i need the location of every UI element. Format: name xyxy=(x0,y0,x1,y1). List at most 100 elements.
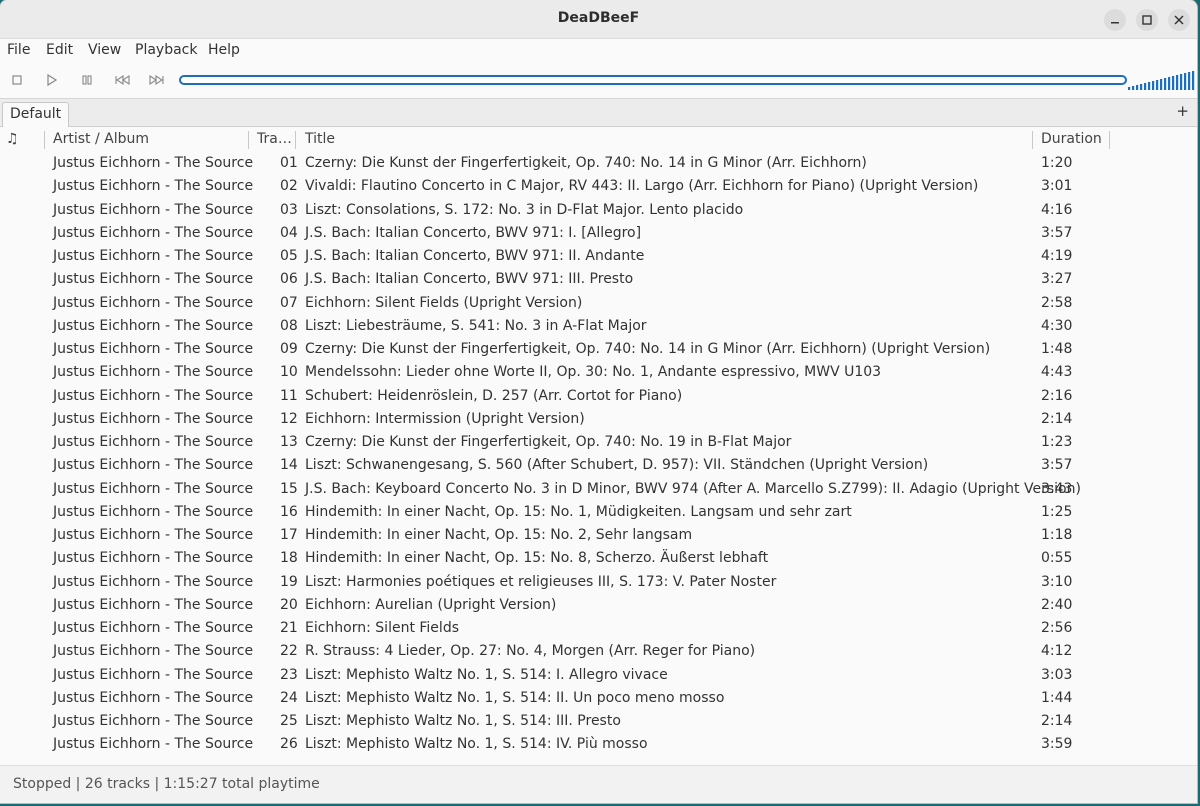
track-duration: 4:43 xyxy=(1041,364,1073,381)
track-row[interactable]: Justus Eichhorn - The Source 07 Eichhorn: … xyxy=(0,292,1197,315)
track-number: 08 xyxy=(280,317,298,334)
track-row[interactable]: Justus Eichhorn - The Source 15 J.S. Bach:… xyxy=(0,478,1197,501)
track-duration: 3:10 xyxy=(1041,573,1073,590)
track-number: 25 xyxy=(280,713,298,729)
stop-button[interactable] xyxy=(7,71,27,89)
volume-step xyxy=(1156,80,1159,90)
track-number: 06 xyxy=(280,271,298,288)
menu-view[interactable]: View xyxy=(88,42,121,58)
volume-step xyxy=(1192,71,1195,90)
track-title: Czerny: Die Kunst der Fingerfertigkeit, … xyxy=(305,341,991,357)
track-row[interactable]: Justus Eichhorn - The Source 01 Czerny: Di… xyxy=(0,152,1197,175)
header-artist-album[interactable]: Artist / Album xyxy=(53,131,249,149)
next-button[interactable] xyxy=(147,71,167,89)
track-duration: 2:40 xyxy=(1041,596,1073,613)
track-title: Mendelssohn: Lieder ohne Worte II, Op. 3… xyxy=(305,364,882,381)
window-title: DeaDBeeF xyxy=(557,10,640,26)
track-title: J.S. Bach: Keyboard Concerto No. 3 in D … xyxy=(305,480,1081,497)
track-row[interactable]: Justus Eichhorn - The Source 19 Liszt: Har… xyxy=(0,571,1197,594)
menu-edit[interactable]: Edit xyxy=(46,42,73,58)
track-duration: 1:18 xyxy=(1041,527,1073,543)
track-row[interactable]: Justus Eichhorn - The Source 09 Czerny: Di… xyxy=(0,338,1197,361)
track-row[interactable]: Justus Eichhorn - The Source 24 Liszt: Mep… xyxy=(0,687,1197,710)
track-duration: 3:43 xyxy=(1041,480,1073,497)
track-row[interactable]: Justus Eichhorn - The Source 06 J.S. Bach:… xyxy=(0,268,1197,291)
track-title: Hindemith: In einer Nacht, Op. 15: No. 8… xyxy=(305,550,769,567)
track-row[interactable]: Justus Eichhorn - The Source 25 Liszt: Mep… xyxy=(0,710,1197,733)
track-duration: 3:01 xyxy=(1041,178,1073,195)
track-title: J.S. Bach: Italian Concerto, BWV 971: I.… xyxy=(305,224,642,241)
track-number: 20 xyxy=(280,596,298,613)
track-row[interactable]: Justus Eichhorn - The Source 18 Hindemith:… xyxy=(0,547,1197,570)
header-playing[interactable]: ♫ xyxy=(6,131,45,149)
volume-step xyxy=(1128,87,1131,90)
track-row[interactable]: Justus Eichhorn - The Source 04 J.S. Bach:… xyxy=(0,222,1197,245)
track-number: 11 xyxy=(280,387,298,404)
track-title: Czerny: Die Kunst der Fingerfertigkeit, … xyxy=(305,155,867,171)
track-number: 17 xyxy=(280,527,298,543)
title-bar[interactable]: DeaDBeeF xyxy=(0,0,1197,39)
track-title: Eichhorn: Silent Fields (Upright Version… xyxy=(305,294,583,311)
track-duration: 1:48 xyxy=(1041,341,1073,357)
track-row[interactable]: Justus Eichhorn - The Source 21 Eichhorn: … xyxy=(0,617,1197,640)
seekbar[interactable] xyxy=(179,75,1127,85)
header-duration[interactable]: Duration xyxy=(1041,131,1110,149)
track-title: Schubert: Heidenröslein, D. 257 (Arr. Co… xyxy=(305,387,683,404)
status-text: Stopped | 26 tracks | 1:15:27 total play… xyxy=(13,776,320,792)
track-artist: Justus Eichhorn - The Source xyxy=(53,573,254,590)
track-row[interactable]: Justus Eichhorn - The Source 08 Liszt: Lie… xyxy=(0,315,1197,338)
menu-playback[interactable]: Playback xyxy=(135,42,197,58)
close-icon xyxy=(1174,15,1184,25)
track-artist: Justus Eichhorn - The Source xyxy=(53,294,254,311)
track-row[interactable]: Justus Eichhorn - The Source 16 Hindemith:… xyxy=(0,501,1197,524)
track-duration: 3:59 xyxy=(1041,736,1073,753)
track-title: Eichhorn: Silent Fields xyxy=(305,620,459,636)
track-number: 10 xyxy=(280,364,298,381)
volume-step xyxy=(1164,78,1167,90)
track-number: 05 xyxy=(280,248,298,264)
track-number: 13 xyxy=(280,434,298,450)
track-title: Liszt: Liebesträume, S. 541: No. 3 in A-… xyxy=(305,317,647,334)
volume-bar[interactable] xyxy=(1128,70,1196,90)
volume-step xyxy=(1188,72,1191,90)
track-row[interactable]: Justus Eichhorn - The Source 17 Hindemith:… xyxy=(0,524,1197,547)
track-number: 09 xyxy=(280,341,298,357)
maximize-button[interactable] xyxy=(1136,9,1158,31)
close-button[interactable] xyxy=(1168,9,1190,31)
track-number: 18 xyxy=(280,550,298,567)
track-title: Liszt: Mephisto Waltz No. 1, S. 514: III… xyxy=(305,713,621,729)
track-number: 16 xyxy=(280,503,298,520)
previous-button[interactable] xyxy=(112,71,132,89)
track-title: J.S. Bach: Italian Concerto, BWV 971: II… xyxy=(305,248,645,264)
menu-help[interactable]: Help xyxy=(208,42,240,58)
tab-default[interactable]: Default xyxy=(2,102,70,127)
track-number: 03 xyxy=(280,201,298,218)
track-row[interactable]: Justus Eichhorn - The Source 02 Vivaldi: F… xyxy=(0,175,1197,198)
track-row[interactable]: Justus Eichhorn - The Source 12 Eichhorn: … xyxy=(0,408,1197,431)
stop-icon xyxy=(12,75,22,85)
track-row[interactable]: Justus Eichhorn - The Source 26 Liszt: Mep… xyxy=(0,733,1197,756)
track-row[interactable]: Justus Eichhorn - The Source 23 Liszt: Mep… xyxy=(0,664,1197,687)
volume-step xyxy=(1132,86,1135,90)
minimize-button[interactable] xyxy=(1104,9,1126,31)
track-row[interactable]: Justus Eichhorn - The Source 11 Schubert: … xyxy=(0,385,1197,408)
menu-file[interactable]: File xyxy=(7,42,30,58)
header-track[interactable]: Tra… xyxy=(257,131,296,149)
track-artist: Justus Eichhorn - The Source xyxy=(53,155,254,171)
volume-step xyxy=(1184,73,1187,90)
volume-step xyxy=(1176,75,1179,90)
track-duration: 2:16 xyxy=(1041,387,1073,404)
add-playlist-button[interactable]: + xyxy=(1176,102,1189,120)
track-row[interactable]: Justus Eichhorn - The Source 03 Liszt: Con… xyxy=(0,199,1197,222)
track-row[interactable]: Justus Eichhorn - The Source 14 Liszt: Sch… xyxy=(0,454,1197,477)
track-row[interactable]: Justus Eichhorn - The Source 10 Mendelssoh… xyxy=(0,361,1197,384)
play-button[interactable] xyxy=(41,71,61,89)
header-title[interactable]: Title xyxy=(305,131,1033,149)
track-duration: 0:55 xyxy=(1041,550,1073,567)
pause-button[interactable] xyxy=(77,71,97,89)
track-row[interactable]: Justus Eichhorn - The Source 22 R. Strauss… xyxy=(0,640,1197,663)
track-row[interactable]: Justus Eichhorn - The Source 20 Eichhorn: … xyxy=(0,594,1197,617)
track-row[interactable]: Justus Eichhorn - The Source 13 Czerny: Di… xyxy=(0,431,1197,454)
track-artist: Justus Eichhorn - The Source xyxy=(53,201,254,218)
track-row[interactable]: Justus Eichhorn - The Source 05 J.S. Bach:… xyxy=(0,245,1197,268)
